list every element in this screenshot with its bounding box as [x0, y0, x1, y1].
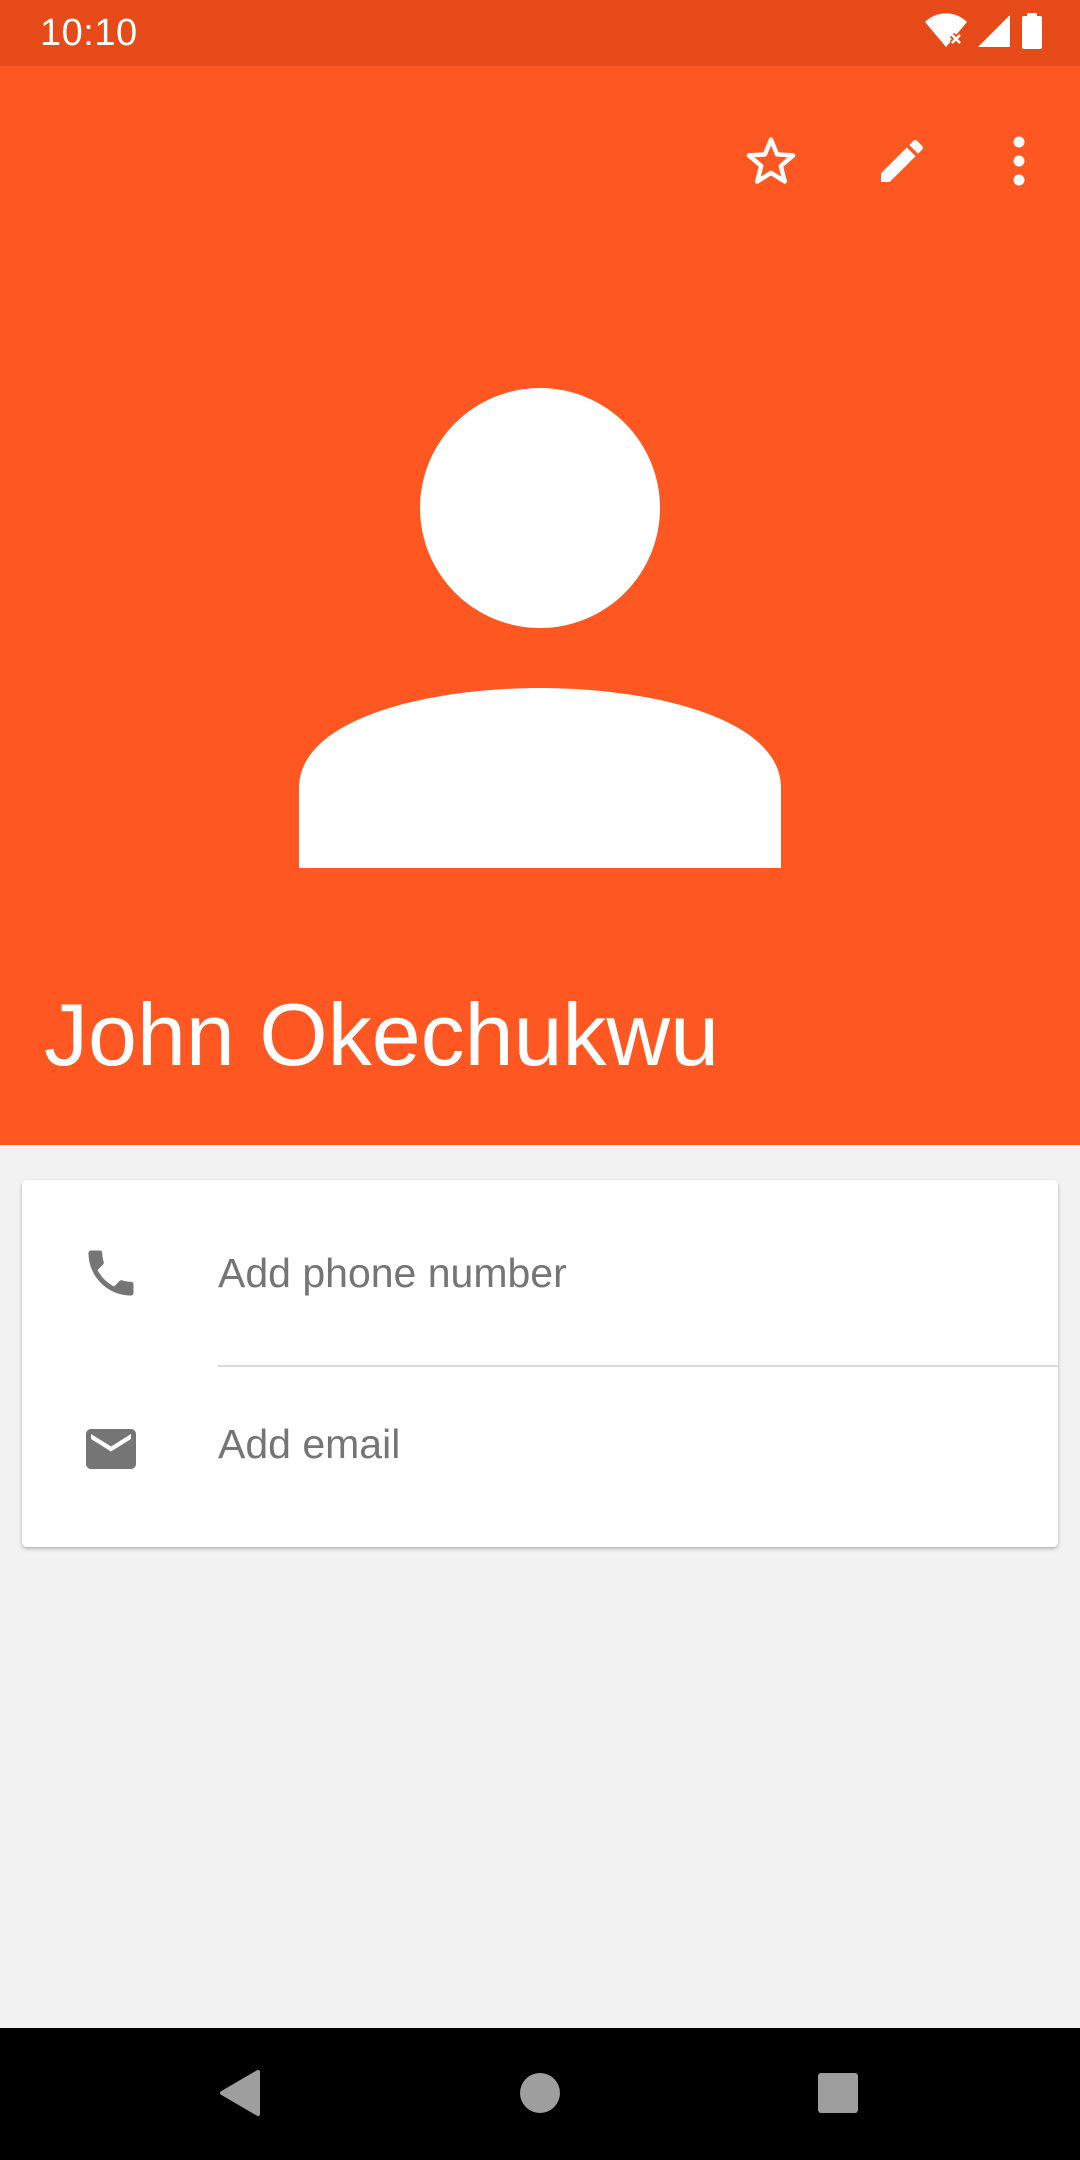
add-phone-row[interactable]: Add phone number: [22, 1180, 1058, 1367]
star-icon: [742, 133, 800, 194]
more-vert-icon: [1009, 136, 1029, 191]
edit-icon: [874, 133, 930, 194]
add-phone-label: Add phone number: [218, 1250, 567, 1296]
edit-button[interactable]: [847, 108, 957, 218]
star-button[interactable]: [716, 108, 826, 218]
recents-icon: [817, 2072, 859, 2119]
more-options-button[interactable]: [964, 108, 1074, 218]
home-icon: [519, 2072, 561, 2119]
status-icons: [924, 12, 1044, 54]
phone-icon: [78, 1240, 144, 1306]
status-bar: 10:10: [0, 0, 1080, 66]
home-button[interactable]: [495, 2050, 585, 2140]
contact-details-card: Add phone number Add email: [22, 1180, 1058, 1547]
add-email-label: Add email: [218, 1421, 401, 1467]
back-button[interactable]: [195, 2050, 285, 2140]
contact-name: John Okechukwu: [44, 985, 720, 1084]
battery-icon: [1020, 12, 1044, 55]
person-placeholder-icon: [299, 388, 781, 868]
email-icon: [78, 1416, 144, 1482]
wifi-no-internet-icon: [924, 12, 968, 54]
back-icon: [218, 2069, 262, 2122]
recents-button[interactable]: [793, 2050, 883, 2140]
cell-signal-icon: [976, 13, 1012, 54]
contact-header: John Okechukwu: [0, 66, 1080, 1145]
status-time: 10:10: [40, 12, 138, 54]
add-email-row[interactable]: Add email: [22, 1366, 1058, 1547]
navigation-bar: [0, 2028, 1080, 2160]
